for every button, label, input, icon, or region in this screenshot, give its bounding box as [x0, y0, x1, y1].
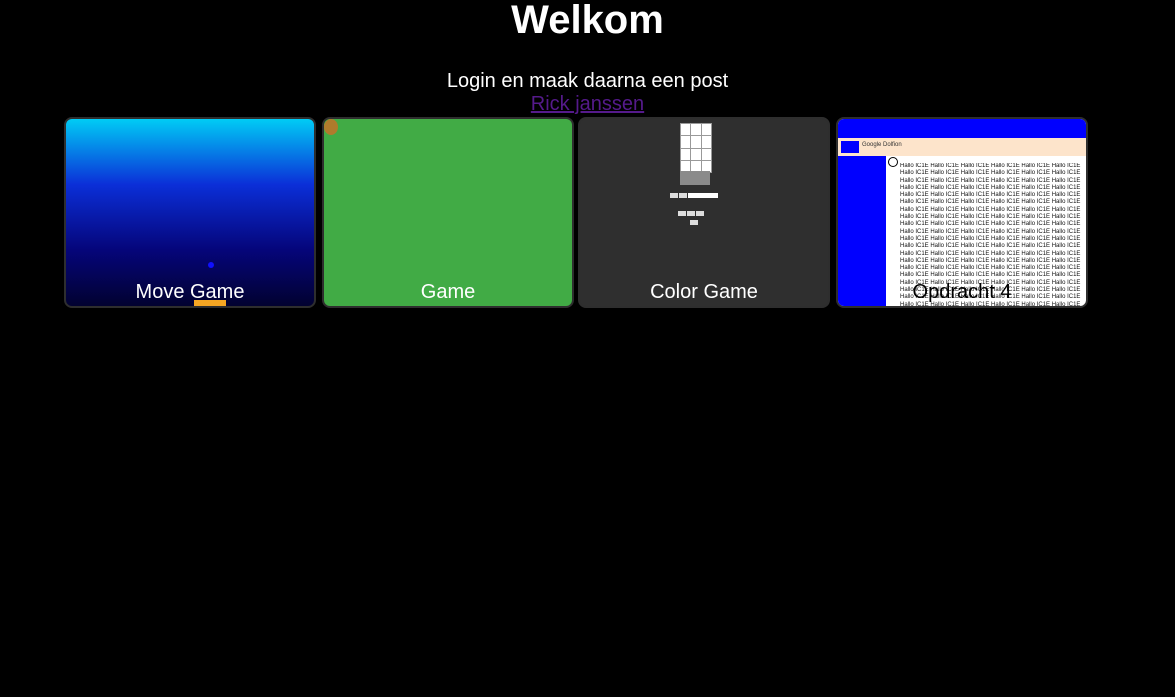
thumbnail-header [838, 119, 1086, 138]
card-game[interactable]: Game [322, 117, 574, 308]
grid-footer-thumbnail [680, 171, 710, 185]
page-subtitle: Login en maak daarna een post [446, 70, 729, 92]
thumbnail-band-text: Google Dolfion [862, 142, 902, 148]
button-thumbnail [690, 212, 699, 230]
card-opdracht-4[interactable]: Google Dolfion Hallo IC1E Hallo IC1E Hal… [836, 117, 1088, 308]
card-move-game[interactable]: Move Game [64, 117, 316, 308]
card-color-game[interactable]: Color Game [578, 117, 830, 308]
color-grid-thumbnail [680, 123, 712, 173]
card-label: Opdracht 4 [912, 281, 1012, 303]
ball-icon [208, 262, 214, 268]
card-label: Color Game [650, 281, 758, 303]
logo-icon [841, 141, 859, 153]
card-label: Game [420, 281, 476, 303]
thumbnail-band: Google Dolfion [838, 138, 1086, 156]
author-link[interactable]: Rick janssen [0, 92, 1175, 116]
back-arrow-icon [888, 157, 898, 167]
page-title: Welkom [511, 0, 664, 42]
card-label: Move Game [135, 281, 245, 303]
controls-thumbnail [670, 185, 720, 198]
sprite-icon [324, 119, 338, 135]
